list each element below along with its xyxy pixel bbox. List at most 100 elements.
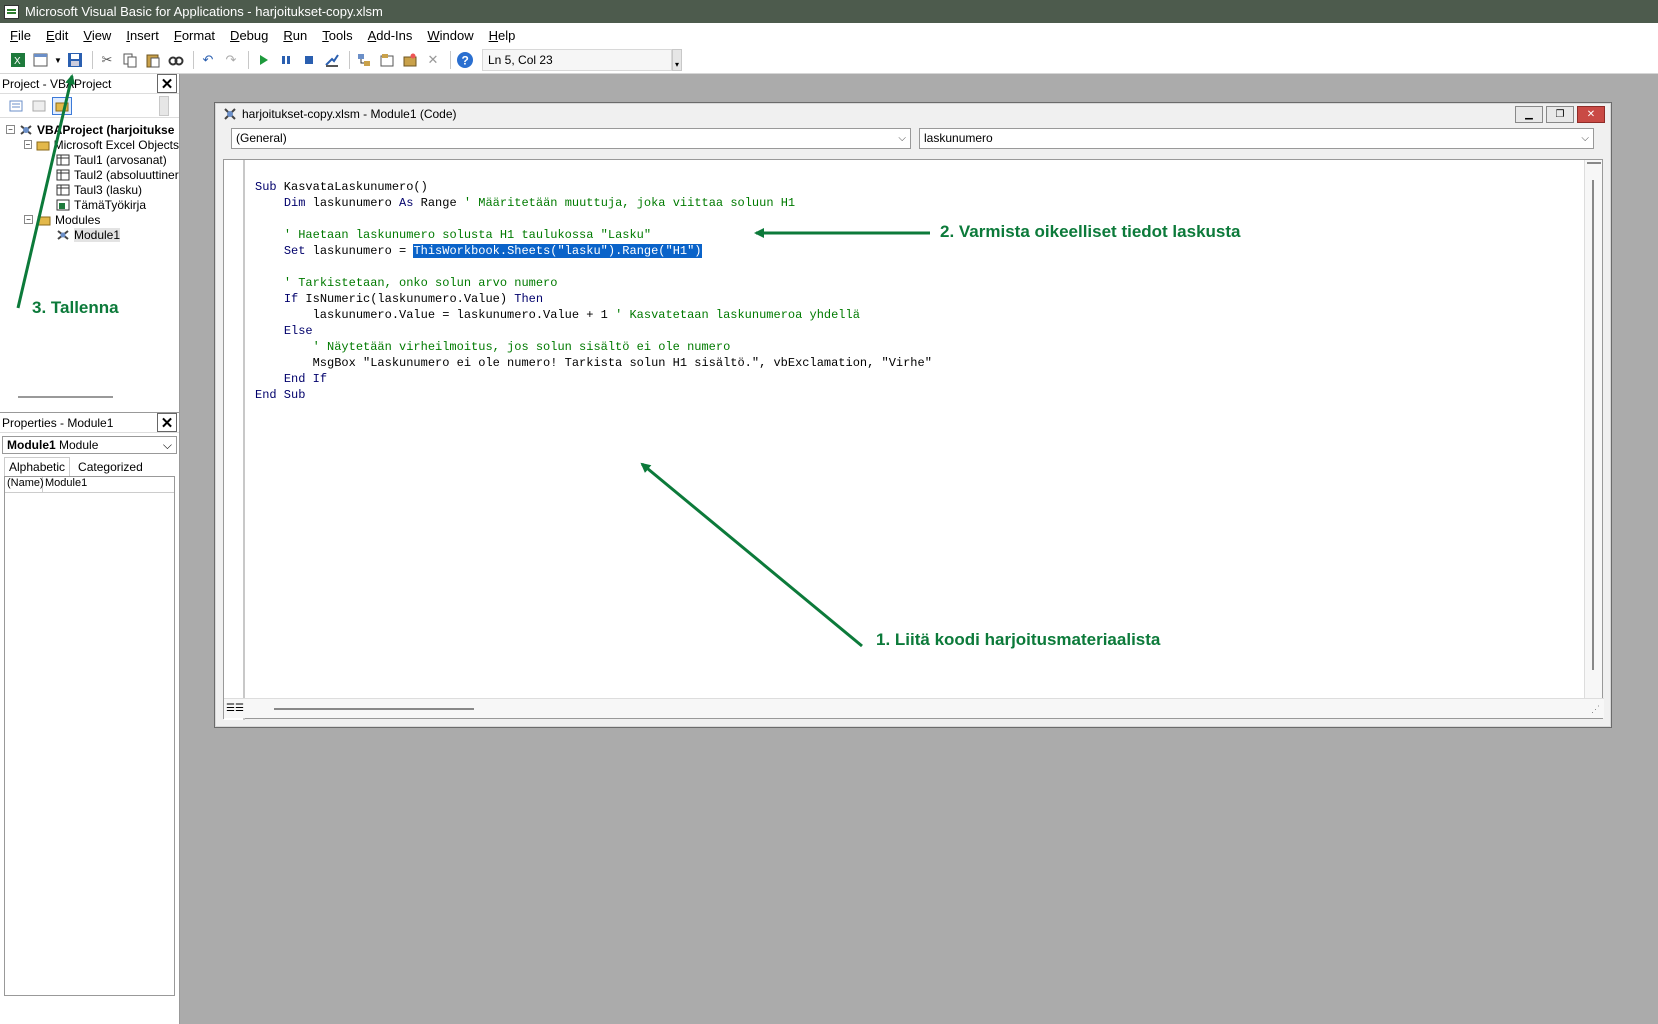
redo-icon[interactable]: ↷: [221, 50, 241, 70]
project-panel-title: Project - VBAProject: [2, 76, 112, 91]
help-icon[interactable]: ?: [455, 50, 475, 70]
split-bar[interactable]: [1587, 162, 1601, 164]
resize-grip-icon[interactable]: ⋰: [1591, 704, 1600, 715]
close-icon[interactable]: ✕: [1577, 105, 1605, 123]
view-object-icon[interactable]: [29, 97, 49, 115]
properties-window-icon[interactable]: [377, 50, 397, 70]
object-browser-icon[interactable]: [400, 50, 420, 70]
project-explorer-panel: Project - VBAProject ✕ − VBAProject (har…: [0, 74, 180, 426]
menu-file[interactable]: File: [10, 28, 31, 43]
save-icon[interactable]: [65, 50, 85, 70]
code-line: ' Tarkistetaan, onko solun arvo numero: [283, 276, 558, 290]
minimize-icon[interactable]: ▁: [1515, 105, 1543, 123]
code-line: ' Haetaan laskunumero solusta H1 tauluko…: [283, 228, 652, 242]
procedure-view-icon[interactable]: ☰☰: [226, 703, 244, 714]
view-excel-icon[interactable]: X: [8, 50, 28, 70]
property-value[interactable]: Module1: [43, 477, 87, 492]
reset-icon[interactable]: [299, 50, 319, 70]
properties-grid: (Name) Module1: [4, 476, 175, 996]
code-window-combos: (General) ⌵ laskunumero ⌵: [215, 125, 1611, 151]
panel-toolbar-overflow-icon[interactable]: [159, 95, 169, 116]
find-icon[interactable]: [166, 50, 186, 70]
menu-edit[interactable]: Edit: [46, 28, 68, 43]
tree-item-modules[interactable]: − Modules: [6, 212, 179, 227]
menubar: File Edit View Insert Format Debug Run T…: [0, 23, 1658, 47]
insert-module-icon[interactable]: [31, 50, 51, 70]
menu-run[interactable]: Run: [283, 28, 307, 43]
scroll-thumb[interactable]: [1592, 180, 1594, 670]
annotation-step-1: 1. Liitä koodi harjoitusmateriaalista: [876, 630, 1161, 649]
break-icon[interactable]: [276, 50, 296, 70]
collapse-icon[interactable]: −: [6, 125, 15, 134]
svg-text:X: X: [14, 56, 21, 67]
tree-item-sheet[interactable]: Taul2 (absoluuttiner: [6, 167, 179, 182]
menu-tools[interactable]: Tools: [322, 28, 352, 43]
menu-addins[interactable]: Add-Ins: [368, 28, 413, 43]
tree-item-vbaproject[interactable]: − VBAProject (harjoitukse: [6, 122, 179, 137]
close-icon[interactable]: ✕: [157, 74, 177, 93]
dropdown-arrow-icon[interactable]: ▼: [54, 50, 62, 70]
undo-icon[interactable]: ↶: [198, 50, 218, 70]
chevron-down-icon: ⌵: [1581, 132, 1589, 144]
selected-code: ThisWorkbook.Sheets("lasku").Range("H1"): [413, 244, 702, 258]
code-window-title: harjoitukset-copy.xlsm - Module1 (Code): [242, 107, 457, 121]
scroll-thumb[interactable]: [274, 708, 474, 710]
sheet-icon: [56, 154, 70, 166]
tab-categorized[interactable]: Categorized: [74, 458, 147, 476]
annotation-step-3: 3. Tallenna: [32, 298, 119, 317]
project-explorer-icon[interactable]: [354, 50, 374, 70]
code-line: laskunumero.Value = laskunumero.Value + …: [255, 308, 860, 322]
object-combo[interactable]: (General) ⌵: [231, 127, 911, 149]
margin-indicator-bar[interactable]: [224, 160, 245, 720]
menu-view[interactable]: View: [83, 28, 111, 43]
close-icon[interactable]: ✕: [157, 413, 177, 432]
tree-item-sheet[interactable]: Taul1 (arvosanat): [6, 152, 179, 167]
workbook-icon: [56, 199, 70, 211]
tree-label: Microsoft Excel Objects: [53, 137, 179, 152]
view-code-icon[interactable]: [6, 97, 26, 115]
toggle-folders-icon[interactable]: [52, 96, 72, 115]
tree-item-module1[interactable]: Module1: [6, 227, 179, 242]
run-icon[interactable]: [253, 50, 273, 70]
vertical-scrollbar[interactable]: [1584, 160, 1602, 700]
menu-insert[interactable]: Insert: [126, 28, 159, 43]
toolbar-separator: [349, 51, 350, 69]
toolbox-icon[interactable]: ✕: [423, 50, 443, 70]
menu-format[interactable]: Format: [174, 28, 215, 43]
code-line: Dim laskunumero As Range ' Määritetään m…: [283, 196, 796, 210]
tab-alphabetic[interactable]: Alphabetic: [4, 457, 71, 476]
toolbar-separator: [92, 51, 93, 69]
menu-help[interactable]: Help: [489, 28, 516, 43]
collapse-icon[interactable]: −: [24, 215, 33, 224]
menu-window[interactable]: Window: [427, 28, 473, 43]
tree-item-workbook[interactable]: TämäTyökirja: [6, 197, 179, 212]
tree-label: Taul2 (absoluuttiner: [74, 167, 179, 182]
horizontal-scrollbar[interactable]: ☰☰ ⋰: [224, 698, 1604, 718]
project-horizontal-scrollbar[interactable]: [18, 396, 113, 398]
sheet-icon: [56, 169, 70, 181]
tree-item-excel-objects[interactable]: − Microsoft Excel Objects: [6, 137, 179, 152]
paste-icon[interactable]: [143, 50, 163, 70]
code-text[interactable]: Sub KasvataLaskunumero() Dim laskunumero…: [255, 163, 932, 435]
tree-item-sheet[interactable]: Taul3 (lasku): [6, 182, 179, 197]
window-titlebar: Microsoft Visual Basic for Applications …: [0, 0, 1658, 23]
object-combo-value: (General): [236, 131, 287, 145]
menu-debug[interactable]: Debug: [230, 28, 268, 43]
restore-icon[interactable]: ❐: [1546, 105, 1574, 123]
design-mode-icon[interactable]: [322, 50, 342, 70]
cursor-position-field: Ln 5, Col 23: [482, 49, 672, 71]
collapse-icon[interactable]: −: [24, 140, 32, 149]
copy-icon[interactable]: [120, 50, 140, 70]
tree-label: Taul3 (lasku): [74, 182, 143, 197]
toolbar-overflow-icon[interactable]: ▾: [672, 49, 682, 71]
code-line: MsgBox "Laskunumero ei ole numero! Tarki…: [255, 356, 932, 370]
tree-label: TämäTyökirja: [74, 197, 147, 212]
property-row[interactable]: (Name) Module1: [5, 477, 174, 493]
object-selector[interactable]: Module1 Module ⌵: [2, 436, 177, 454]
cut-icon[interactable]: ✂: [97, 50, 117, 70]
procedure-combo[interactable]: laskunumero ⌵: [919, 127, 1594, 149]
folder-icon: [36, 139, 50, 151]
code-line: End Sub: [255, 388, 306, 402]
chevron-down-icon: ⌵: [162, 437, 172, 452]
